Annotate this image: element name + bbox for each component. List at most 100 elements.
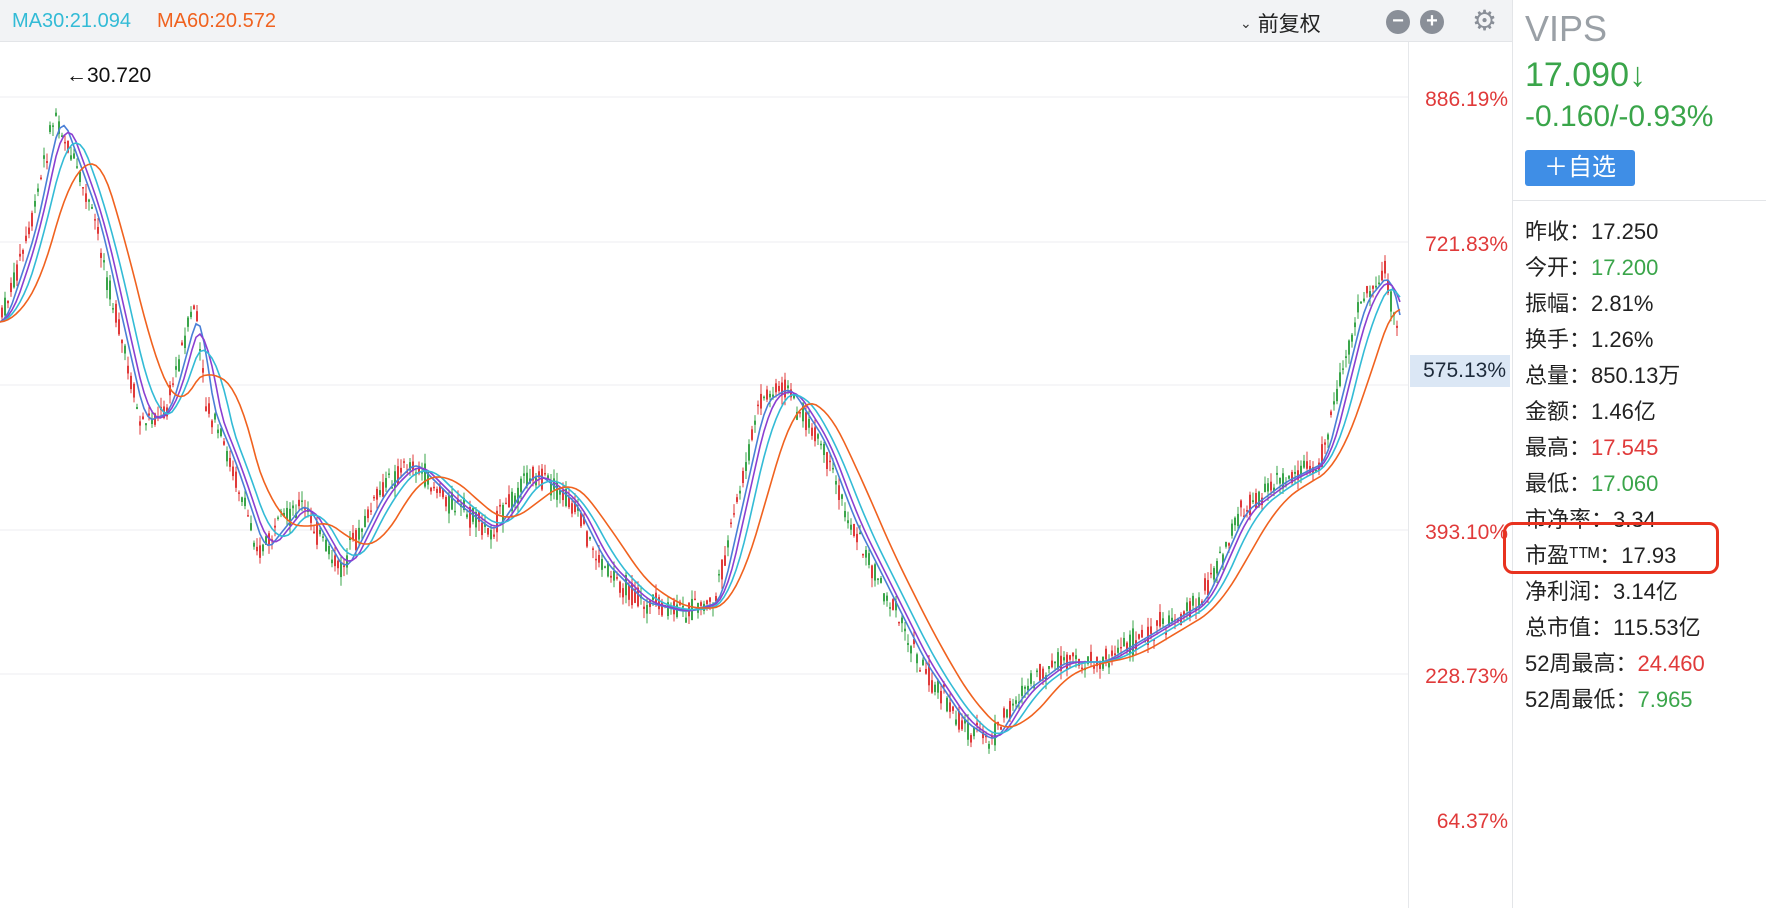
candle-body (139, 421, 141, 426)
candle-body (310, 515, 312, 523)
candle-body (1333, 401, 1335, 405)
candle-body (91, 206, 93, 209)
stat-key: 今开： (1525, 255, 1592, 280)
candle-body (598, 555, 600, 563)
candle-body (766, 389, 768, 400)
stat-key: 振幅： (1525, 291, 1592, 316)
zoom-out-button[interactable]: − (1386, 10, 1410, 34)
candle-body (1111, 650, 1113, 656)
stat-row: 振幅：2.81% (1525, 286, 1653, 318)
stat-row: 昨收：17.250 (1525, 214, 1658, 246)
zoom-in-button[interactable]: + (1420, 10, 1444, 34)
candle-body (1396, 325, 1398, 328)
candle-body (370, 510, 372, 512)
candle-body (955, 719, 957, 725)
candle-body (748, 444, 750, 461)
candle-body (55, 112, 57, 116)
stat-key: 52周最高： (1525, 651, 1638, 676)
candle-body (118, 319, 120, 335)
candle-body (322, 536, 324, 538)
candle-body (754, 420, 756, 425)
candle-body (364, 515, 366, 528)
candle-body (994, 723, 996, 746)
candle-body (1207, 580, 1209, 596)
stat-key: 净利润： (1525, 579, 1614, 604)
candle-body (430, 487, 432, 492)
candle-body (661, 601, 663, 616)
candle-body (745, 462, 747, 471)
candle-body (931, 680, 933, 693)
candle-body (1375, 285, 1377, 288)
candle-body (1225, 541, 1227, 547)
candle-body (832, 467, 834, 470)
candle-body (763, 396, 765, 399)
candlesticks (1, 108, 1398, 754)
candle-body (1039, 663, 1041, 681)
candle-body (88, 199, 90, 202)
candle-body (1141, 629, 1143, 638)
candle-body (904, 628, 906, 632)
candle-body (610, 575, 612, 578)
price-plot[interactable] (0, 42, 1408, 908)
candle-body (1156, 620, 1158, 626)
candle-body (247, 515, 249, 517)
candle-body (919, 670, 921, 672)
y-axis-label: 393.10% (1425, 521, 1508, 544)
candle-body (646, 604, 648, 614)
minus-circle-icon: − (1392, 10, 1404, 32)
candle-body (259, 545, 261, 558)
candle-body (1117, 647, 1119, 653)
candle-body (262, 544, 264, 552)
candle-body (28, 227, 30, 235)
ma30-line (0, 142, 1401, 735)
candle-body (319, 529, 321, 535)
candle-body (325, 539, 327, 552)
stat-row: 总量：850.13万 (1525, 358, 1680, 390)
candle-body (934, 684, 936, 693)
candle-body (811, 427, 813, 436)
adjust-dropdown[interactable]: ⌄ 前复权 (1240, 8, 1321, 38)
gear-icon[interactable]: ⚙ (1472, 6, 1497, 36)
candle-body (685, 617, 687, 623)
candle-body (1219, 551, 1221, 554)
candle-body (910, 646, 912, 654)
candle-body (40, 177, 42, 180)
candle-body (865, 549, 867, 558)
stat-key: 昨收： (1525, 219, 1592, 244)
stat-key: 最高： (1525, 435, 1592, 460)
candle-body (778, 385, 780, 392)
candle-body (586, 531, 588, 547)
candle-body (949, 702, 951, 712)
candle-body (145, 423, 147, 426)
candle-body (730, 522, 732, 525)
candle-body (751, 429, 753, 440)
candle-body (1081, 667, 1083, 670)
candle-body (739, 490, 741, 494)
ma60-legend: MA60:20.572 (157, 10, 276, 32)
candle-body (208, 403, 210, 414)
candle-body (988, 743, 990, 749)
kline-chart-area[interactable]: MA30:21.094 MA60:20.572 ⌄ 前复权 − + ⚙ 886.… (0, 0, 1512, 908)
candle-body (1366, 286, 1368, 294)
candle-body (1051, 660, 1053, 668)
candle-body (232, 466, 234, 477)
add-watchlist-button[interactable]: ＋自选 (1525, 150, 1635, 186)
candle-body (136, 407, 138, 409)
candle-body (1186, 602, 1188, 612)
axis-divider (1408, 42, 1409, 908)
candle-body (454, 510, 456, 513)
candle-body (1252, 500, 1254, 503)
candle-body (694, 598, 696, 601)
candle-body (1237, 513, 1239, 526)
candle-body (499, 504, 501, 507)
candle-body (403, 461, 405, 463)
candle-body (886, 595, 888, 601)
stat-row: 净利润：3.14亿 (1525, 574, 1678, 606)
candle-body (1303, 460, 1305, 468)
y-axis-label: 64.37% (1436, 810, 1508, 833)
candle-body (505, 502, 507, 505)
candle-body (706, 600, 708, 605)
candle-body (238, 492, 240, 494)
stat-value: 3.14亿 (1613, 579, 1678, 604)
candle-body (1012, 703, 1014, 706)
